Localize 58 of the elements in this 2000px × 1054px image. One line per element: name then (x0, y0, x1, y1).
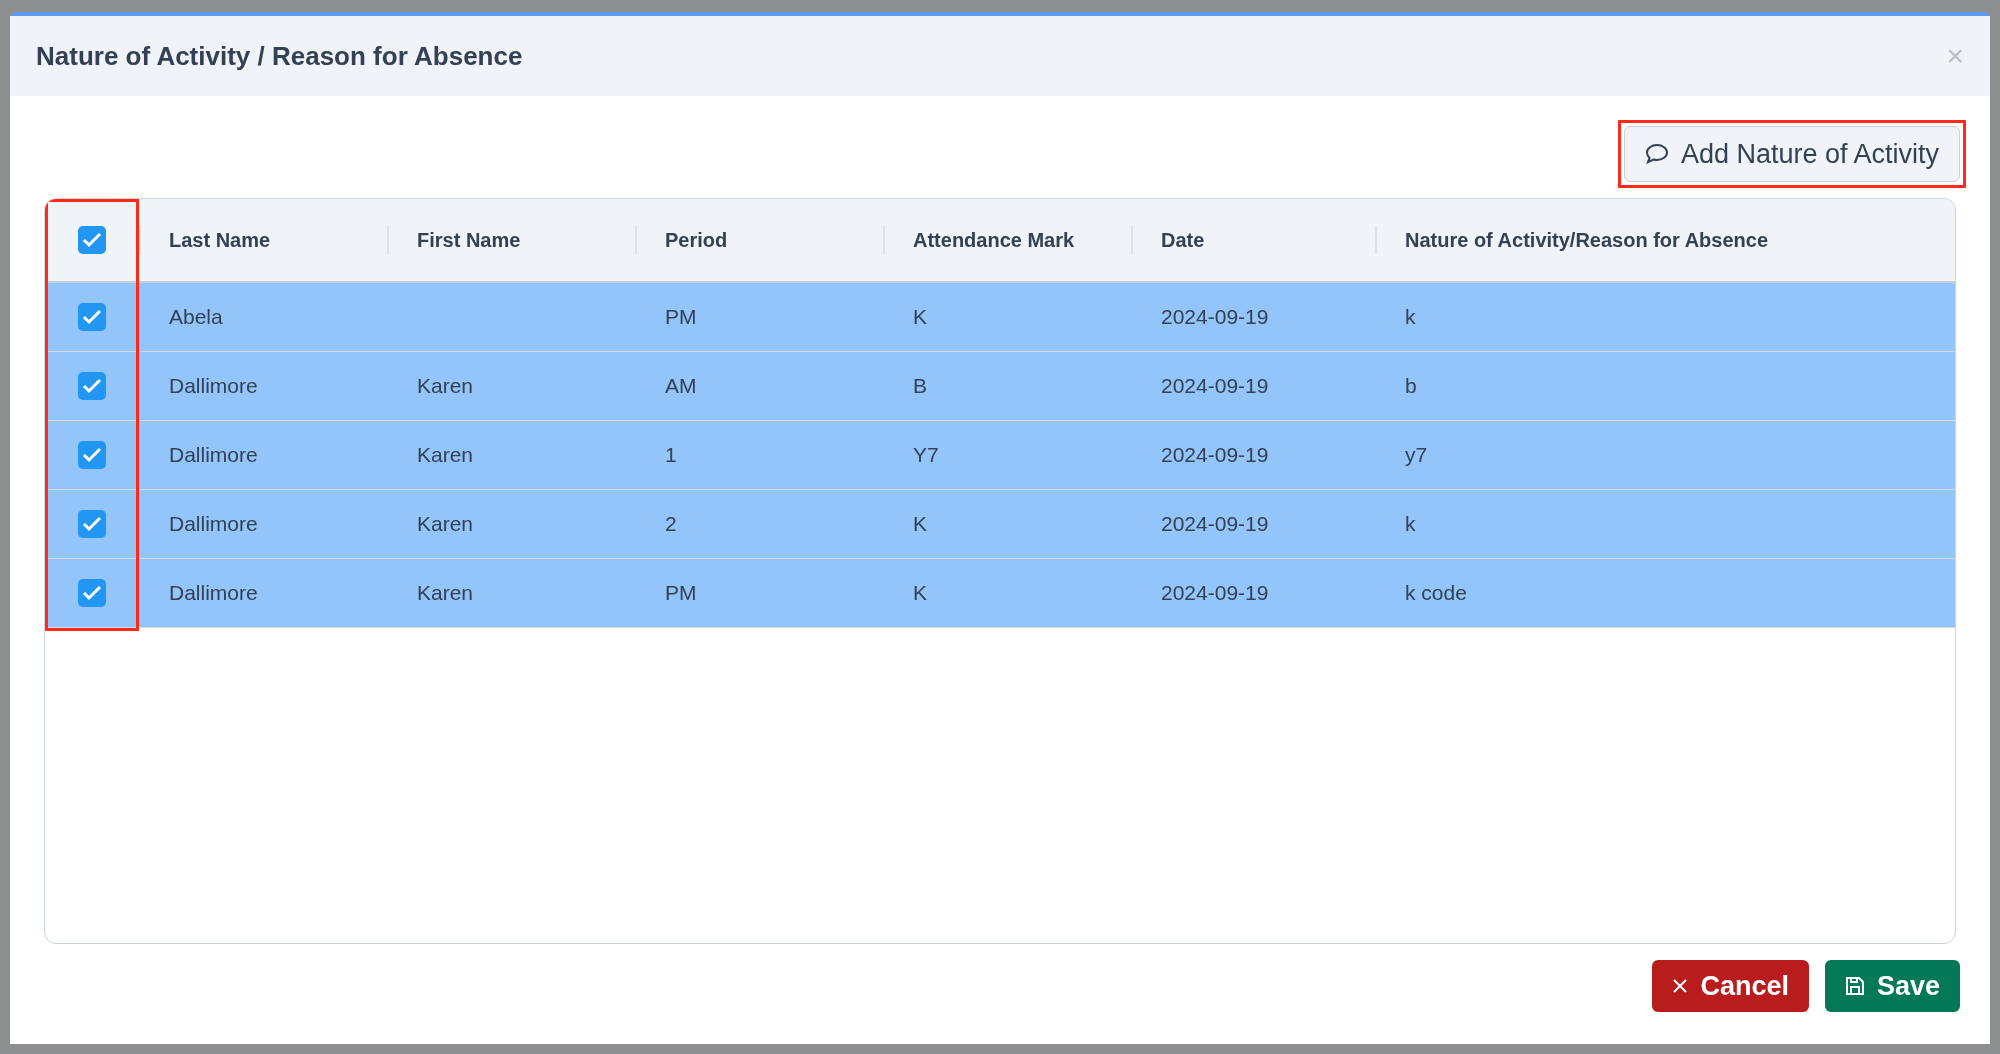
table-cell: k code (1405, 581, 1467, 605)
checkbox[interactable] (78, 226, 106, 254)
table-cell: b (1405, 374, 1417, 398)
table-cell: 2024-09-19 (1161, 581, 1269, 605)
table-cell: K (913, 305, 927, 329)
table-cell: 2024-09-19 (1161, 374, 1269, 398)
table-cell: B (913, 374, 927, 398)
table-cell: Dallimore (169, 374, 258, 398)
cancel-button[interactable]: Cancel (1652, 960, 1809, 1012)
table-cell: Abela (169, 305, 223, 329)
table-cell: 1 (665, 443, 677, 467)
speech-bubble-icon (1644, 143, 1669, 165)
table-cell: 2024-09-19 (1161, 305, 1269, 329)
table-cell: PM (665, 581, 697, 605)
column-header[interactable]: Period (665, 225, 728, 255)
checkbox[interactable] (78, 579, 106, 607)
table-cell: 2 (665, 512, 677, 536)
checkmark-icon (82, 378, 102, 394)
table-cell: Karen (417, 581, 474, 605)
table-cell: AM (665, 374, 697, 398)
dialog-title: Nature of Activity / Reason for Absence (36, 39, 523, 73)
checkbox[interactable] (78, 510, 106, 538)
table-cell: PM (665, 305, 697, 329)
checkbox[interactable] (78, 303, 106, 331)
table-cell: Y7 (913, 443, 939, 467)
table-cell: k (1405, 512, 1416, 536)
checkmark-icon (82, 516, 102, 532)
add-activity-button[interactable]: Add Nature of Activity (1623, 126, 1960, 182)
column-header[interactable]: Last Name (169, 225, 271, 255)
table-cell: 2024-09-19 (1161, 443, 1269, 467)
table-cell: K (913, 512, 927, 536)
checkbox[interactable] (78, 372, 106, 400)
table-row[interactable]: Dallimore Karen 1 Y7 2024-09-19 y7 (45, 421, 1955, 490)
table-row[interactable]: Dallimore Karen PM K 2024-09-19 k code (45, 559, 1955, 628)
checkmark-icon (82, 447, 102, 463)
table-row[interactable]: Dallimore Karen 2 K 2024-09-19 k (45, 490, 1955, 559)
table-cell: K (913, 581, 927, 605)
column-header[interactable]: Date (1161, 225, 1205, 255)
table-cell: Dallimore (169, 512, 258, 536)
column-header[interactable]: First Name (417, 225, 521, 255)
table-cell: Karen (417, 512, 474, 536)
table-row[interactable]: Dallimore Karen AM B 2024-09-19 b (45, 352, 1955, 421)
table-cell: Dallimore (169, 581, 258, 605)
table-row[interactable]: Abela PM K 2024-09-19 k (45, 283, 1955, 352)
table-cell: y7 (1405, 443, 1428, 467)
checkmark-icon (82, 309, 102, 325)
table-cell: k (1405, 305, 1416, 329)
table-cell: Dallimore (169, 443, 258, 467)
table-cell: Karen (417, 374, 474, 398)
column-header[interactable]: Attendance Mark (913, 225, 1075, 255)
checkmark-icon (82, 585, 102, 601)
table-cell: Karen (417, 443, 474, 467)
table-cell: 2024-09-19 (1161, 512, 1269, 536)
column-header[interactable]: Nature of Activity/Reason for Absence (1405, 225, 1769, 255)
checkmark-icon (82, 232, 102, 248)
checkbox[interactable] (78, 441, 106, 469)
save-button[interactable]: Save (1824, 960, 1960, 1012)
close-icon (1672, 978, 1689, 994)
